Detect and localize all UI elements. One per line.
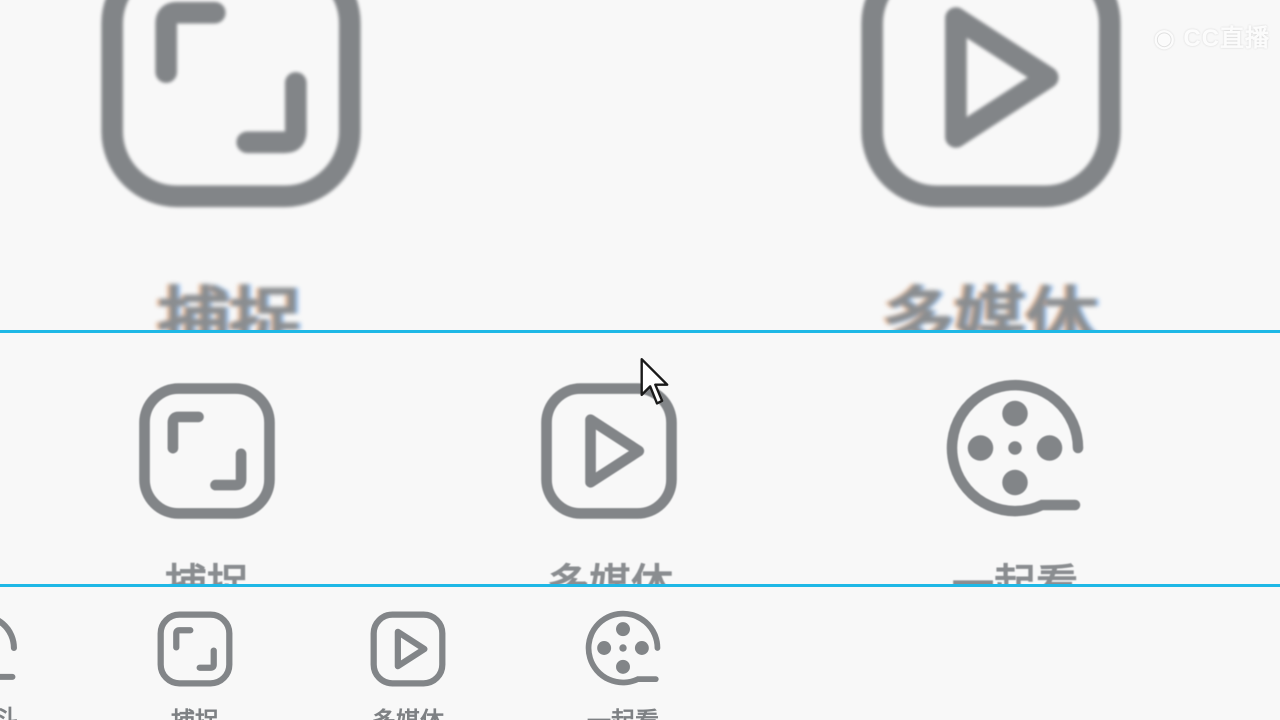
menu-normal: 斗 捕捉 多媒体 一起看 bbox=[0, 587, 1280, 720]
play-icon bbox=[856, 0, 1126, 215]
watch-together-label-medium: 一起看 bbox=[951, 560, 1078, 585]
watch-together-label: 一起看 bbox=[563, 701, 683, 720]
capture-frame-icon bbox=[96, 0, 366, 215]
capture-label-medium: 捕捉 bbox=[164, 560, 249, 585]
mouse-pointer-icon bbox=[640, 357, 674, 409]
capture-label: 捕捉 bbox=[145, 701, 245, 720]
capture-frame-icon bbox=[136, 380, 278, 522]
partial-left-label: 斗 bbox=[0, 705, 18, 720]
cc-live-watermark: ◉ CC直播 bbox=[1153, 25, 1270, 52]
partial-circle-icon bbox=[0, 610, 20, 686]
multimedia-label-medium: 多媒体 bbox=[546, 560, 673, 585]
eye-logo-icon: ◉ bbox=[1153, 25, 1184, 52]
film-reel-icon bbox=[582, 607, 664, 689]
play-icon bbox=[369, 610, 447, 688]
multimedia-label: 多媒体 bbox=[348, 701, 468, 720]
capture-frame-icon bbox=[156, 610, 234, 688]
film-reel-icon bbox=[940, 373, 1090, 523]
zoomed-menu-large: 捕捉 多媒体 ◉ CC直播 bbox=[0, 0, 1280, 331]
capture-label-large: 捕捉 bbox=[157, 279, 302, 331]
multimedia-label-large: 多媒体 bbox=[881, 279, 1098, 331]
